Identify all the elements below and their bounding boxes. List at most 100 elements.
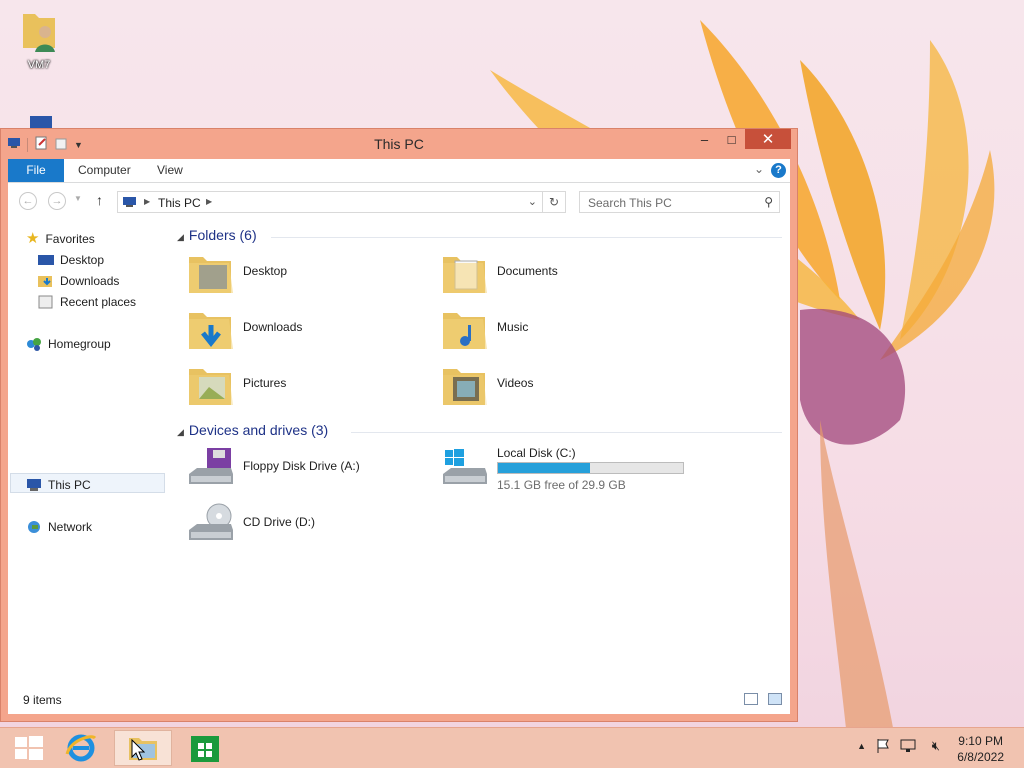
desktop-folder-icon [189, 257, 233, 293]
minimize-button[interactable]: – [691, 129, 718, 149]
nav-desktop[interactable]: Desktop [38, 250, 104, 270]
star-icon: ★ [26, 230, 40, 247]
tab-view[interactable]: View [157, 159, 183, 182]
help-button[interactable]: ? [771, 163, 786, 178]
mouse-cursor-icon [131, 739, 145, 761]
details-view-icon[interactable] [744, 693, 758, 705]
maximize-button[interactable]: □ [718, 129, 745, 149]
internet-explorer-icon [65, 734, 97, 762]
videos-folder-icon [443, 369, 487, 405]
address-bar[interactable]: ▶ This PC ▶ ⌄ ↻ [117, 191, 566, 213]
folder-documents[interactable]: Documents [439, 249, 679, 299]
breadcrumb-arrow-icon[interactable]: ▶ [144, 197, 150, 206]
drive-local-c[interactable]: Local Disk (C:) 15.1 GB free of 29.9 GB [439, 444, 699, 494]
drive-cd[interactable]: CD Drive (D:) [185, 500, 425, 550]
nav-downloads[interactable]: Downloads [38, 271, 119, 291]
search-icon[interactable]: ⚲ [764, 195, 773, 209]
nav-network[interactable]: Network [26, 517, 92, 537]
refresh-icon[interactable]: ↻ [542, 192, 565, 212]
nav-label: This PC [48, 478, 91, 492]
clock-date: 6/8/2022 [957, 750, 1004, 764]
desktop-icon [38, 253, 54, 267]
large-icons-view-icon[interactable] [768, 693, 782, 705]
collapse-icon[interactable]: ◢ [177, 427, 184, 437]
back-button[interactable]: ← [19, 192, 37, 210]
recent-places-icon [38, 295, 54, 309]
nav-recent-places[interactable]: Recent places [38, 292, 136, 312]
taskbar-store[interactable] [176, 730, 234, 766]
taskbar-internet-explorer[interactable] [52, 730, 110, 766]
ribbon-tabs: File Computer View ⌄ ? [8, 159, 790, 183]
group-divider [351, 432, 782, 433]
folder-videos[interactable]: Videos [439, 361, 679, 411]
drive-usage-bar [497, 462, 684, 474]
navigation-bar: ← → ▼ ↑ ▶ This PC ▶ ⌄ ↻ Search This PC ⚲ [8, 183, 790, 219]
drive-free-space: 15.1 GB free of 29.9 GB [497, 478, 626, 492]
folder-label: Desktop [243, 264, 288, 278]
pictures-folder-icon [189, 369, 233, 405]
folder-music[interactable]: Music [439, 305, 679, 355]
up-button[interactable]: ↑ [96, 192, 103, 208]
network-icon [26, 520, 42, 534]
folder-label: Music [497, 320, 529, 334]
folder-label: Documents [497, 264, 558, 278]
close-button[interactable]: ✕ [745, 129, 791, 149]
nav-label: Recent places [60, 295, 137, 309]
search-box[interactable]: Search This PC ⚲ [579, 191, 780, 213]
window-body: File Computer View ⌄ ? ← → ▼ ↑ ▶ This PC… [8, 159, 790, 714]
downloads-icon [38, 274, 54, 288]
tab-file[interactable]: File [8, 159, 64, 182]
navigation-pane: ★ Favorites Desktop Downloads Recent pla… [8, 225, 165, 684]
address-dropdown-icon[interactable]: ⌄ [528, 195, 537, 208]
action-center-flag-icon[interactable] [876, 738, 890, 757]
tab-computer[interactable]: Computer [78, 159, 131, 182]
title-bar[interactable]: ▼ This PC – □ ✕ [1, 129, 797, 159]
cd-drive-icon [189, 503, 233, 540]
nav-homegroup[interactable]: Homegroup [26, 334, 111, 354]
floppy-drive-icon [189, 448, 233, 484]
content-pane: ◢ Folders (6) Desktop Documents Downloads… [171, 225, 790, 684]
this-pc-icon [122, 196, 138, 211]
breadcrumb-arrow-icon[interactable]: ▶ [206, 197, 212, 206]
expand-ribbon-icon[interactable]: ⌄ [754, 162, 764, 176]
start-button[interactable] [0, 730, 58, 766]
desktop-icon-vm7[interactable]: VM7 [12, 8, 66, 71]
group-title: Folders (6) [188, 227, 257, 243]
group-divider [271, 237, 782, 238]
nav-label: Desktop [60, 253, 105, 267]
show-hidden-icons-icon[interactable]: ▲ [857, 741, 866, 751]
clock[interactable]: 9:10 PM 6/8/2022 [957, 733, 1004, 765]
forward-button[interactable]: → [48, 192, 66, 210]
folders-group-header[interactable]: ◢ Folders (6) [177, 227, 257, 243]
downloads-folder-icon [189, 313, 233, 349]
documents-folder-icon [443, 257, 487, 293]
drive-label: Local Disk (C:) [497, 446, 576, 460]
store-icon [191, 736, 219, 762]
nav-this-pc[interactable]: This PC [26, 475, 91, 495]
nav-label: Homegroup [48, 337, 111, 351]
nav-label: Downloads [60, 274, 120, 288]
view-toggle [744, 693, 782, 705]
clock-time: 9:10 PM [958, 734, 1003, 748]
collapse-icon[interactable]: ◢ [177, 232, 184, 242]
music-folder-icon [443, 313, 487, 349]
search-placeholder: Search This PC [588, 196, 672, 210]
folder-label: Downloads [243, 320, 303, 334]
breadcrumb[interactable]: This PC [158, 196, 201, 210]
windows-logo-icon [15, 736, 43, 760]
item-count: 9 items [23, 693, 62, 707]
nav-favorites[interactable]: ★ Favorites [26, 229, 95, 249]
drive-floppy[interactable]: Floppy Disk Drive (A:) [185, 444, 425, 494]
nav-label: Favorites [45, 232, 95, 246]
volume-muted-icon[interactable]: 🔇︎ [932, 738, 940, 754]
network-status-icon[interactable] [900, 739, 916, 756]
recent-locations-icon[interactable]: ▼ [74, 194, 82, 203]
folder-pictures[interactable]: Pictures [185, 361, 425, 411]
folder-desktop[interactable]: Desktop [185, 249, 425, 299]
computer-icon [26, 478, 42, 492]
folder-label: Videos [497, 376, 534, 390]
group-title: Devices and drives (3) [188, 422, 329, 438]
folder-downloads[interactable]: Downloads [185, 305, 425, 355]
devices-group-header[interactable]: ◢ Devices and drives (3) [177, 422, 328, 438]
window-title: This PC [374, 136, 424, 152]
